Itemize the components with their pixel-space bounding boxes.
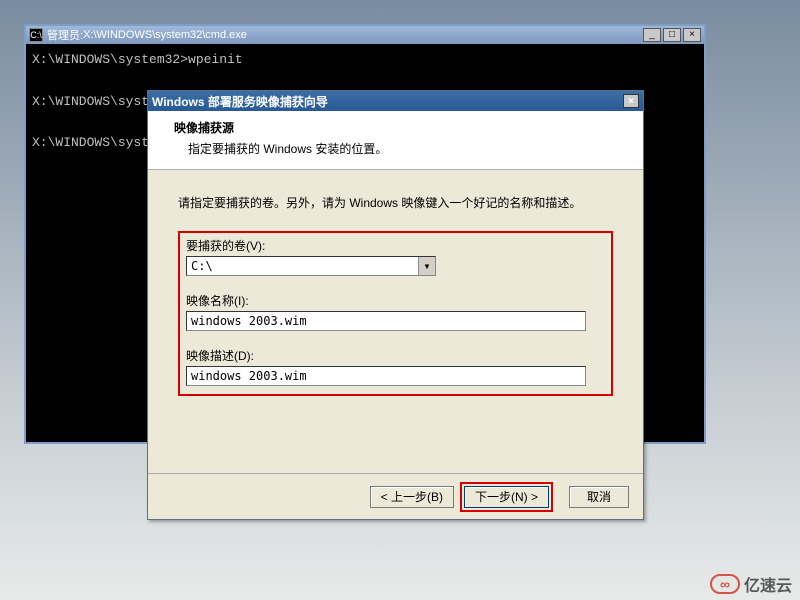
watermark-text: 亿速云 — [744, 572, 792, 596]
highlight-capture-fields: 要捕获的卷(V): C:\ ▾ 映像名称(I): windows 2003.wi… — [178, 231, 613, 396]
wizard-titlebar[interactable]: Windows 部署服务映像捕获向导 × — [148, 91, 643, 111]
wizard-header: 映像捕获源 指定要捕获的 Windows 安装的位置。 — [148, 111, 643, 170]
chevron-down-icon[interactable]: ▾ — [418, 257, 435, 275]
image-description-value: windows 2003.wim — [191, 369, 307, 383]
image-description-input[interactable]: windows 2003.wim — [186, 366, 586, 386]
cmd-titlebar[interactable]: C:\ 管理员: X:\WINDOWS\system32\cmd.exe _ □… — [26, 26, 704, 44]
volume-label: 要捕获的卷(V): — [186, 237, 605, 254]
cmd-icon: C:\ — [29, 28, 43, 42]
wizard-title: Windows 部署服务映像捕获向导 — [152, 93, 328, 110]
image-name-label: 映像名称(I): — [186, 292, 605, 309]
next-button[interactable]: 下一步(N) > — [464, 486, 549, 508]
wizard-header-title: 映像捕获源 — [174, 119, 617, 136]
image-name-input[interactable]: windows 2003.wim — [186, 311, 586, 331]
volume-select[interactable]: C:\ ▾ — [186, 256, 436, 276]
cmd-maximize-button[interactable]: □ — [663, 28, 681, 42]
cloud-icon: ∞ — [710, 574, 740, 594]
image-description-label: 映像描述(D): — [186, 347, 605, 364]
cmd-title-prefix: 管理员: — [47, 27, 83, 43]
image-name-value: windows 2003.wim — [191, 314, 307, 328]
wizard-instruction: 请指定要捕获的卷。另外，请为 Windows 映像键入一个好记的名称和描述。 — [178, 194, 613, 211]
cmd-close-button[interactable]: × — [683, 28, 701, 42]
volume-select-value: C:\ — [191, 259, 213, 273]
cancel-button[interactable]: 取消 — [569, 486, 629, 508]
highlight-next: 下一步(N) > — [460, 482, 553, 512]
wizard-dialog: Windows 部署服务映像捕获向导 × 映像捕获源 指定要捕获的 Window… — [147, 90, 644, 520]
wizard-close-button[interactable]: × — [623, 94, 639, 108]
cmd-title-path: X:\WINDOWS\system32\cmd.exe — [83, 29, 247, 41]
wizard-footer: < 上一步(B) 下一步(N) > 取消 — [148, 473, 643, 519]
watermark: ∞ 亿速云 — [710, 572, 792, 596]
wizard-content: 请指定要捕获的卷。另外，请为 Windows 映像键入一个好记的名称和描述。 要… — [148, 170, 643, 410]
wizard-header-subtitle: 指定要捕获的 Windows 安装的位置。 — [188, 140, 617, 157]
back-button[interactable]: < 上一步(B) — [370, 486, 454, 508]
cmd-minimize-button[interactable]: _ — [643, 28, 661, 42]
